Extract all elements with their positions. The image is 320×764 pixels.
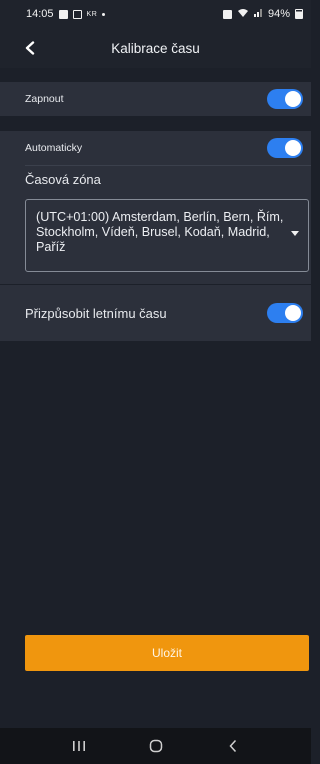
home-button[interactable] — [136, 732, 176, 760]
dot-icon — [102, 12, 106, 16]
toggle-knob — [285, 305, 301, 321]
timezone-value: (UTC+01:00) Amsterdam, Berlín, Bern, Řím… — [36, 210, 284, 254]
enable-section: Zapnout — [0, 82, 311, 116]
status-bar: 14:05 KR 94% — [0, 0, 311, 28]
toggle-knob — [285, 91, 301, 107]
back-nav-button[interactable] — [213, 732, 253, 760]
screen: 14:05 KR 94% Kalibrace času Zapnout Auto… — [0, 0, 311, 764]
toggle-knob — [285, 140, 301, 156]
caret-down-icon — [291, 231, 299, 236]
system-nav-bar — [0, 728, 311, 764]
back-button[interactable] — [18, 36, 42, 60]
header: Kalibrace času — [0, 28, 311, 68]
enable-label: Zapnout — [25, 93, 64, 105]
status-time: 14:05 — [26, 8, 54, 20]
timezone-select[interactable]: (UTC+01:00) Amsterdam, Berlín, Bern, Řím… — [25, 199, 309, 272]
enable-toggle[interactable] — [267, 89, 303, 109]
back-icon — [228, 739, 236, 753]
recents-button[interactable] — [59, 732, 99, 760]
gallery-icon — [58, 9, 68, 19]
recents-icon — [72, 741, 85, 751]
status-left: 14:05 KR — [26, 8, 106, 20]
automatic-toggle[interactable] — [267, 138, 303, 158]
dst-row: Přizpůsobit letnímu času — [0, 285, 311, 341]
page-title: Kalibrace času — [111, 40, 200, 56]
automatic-label: Automaticky — [25, 142, 83, 154]
status-small-text: KR — [86, 10, 98, 18]
enable-row: Zapnout — [0, 82, 311, 116]
automatic-section: Automaticky Časová zóna (UTC+01:00) Amst… — [0, 131, 311, 284]
wifi-icon — [237, 8, 249, 21]
alarm-icon — [222, 9, 232, 19]
dst-toggle[interactable] — [267, 303, 303, 323]
timezone-label: Časová zóna — [25, 172, 101, 187]
dst-label: Přizpůsobit letnímu času — [25, 305, 167, 321]
battery-icon — [295, 9, 303, 19]
chevron-left-icon — [25, 41, 35, 55]
save-button[interactable]: Uložit — [25, 635, 309, 671]
calendar-icon — [72, 9, 82, 19]
signal-icon — [253, 8, 263, 20]
battery-text: 94% — [267, 8, 290, 20]
automatic-row: Automaticky — [0, 131, 311, 165]
status-right: 94% — [222, 8, 303, 21]
home-icon — [149, 739, 162, 753]
dst-section: Přizpůsobit letnímu času — [0, 285, 311, 341]
